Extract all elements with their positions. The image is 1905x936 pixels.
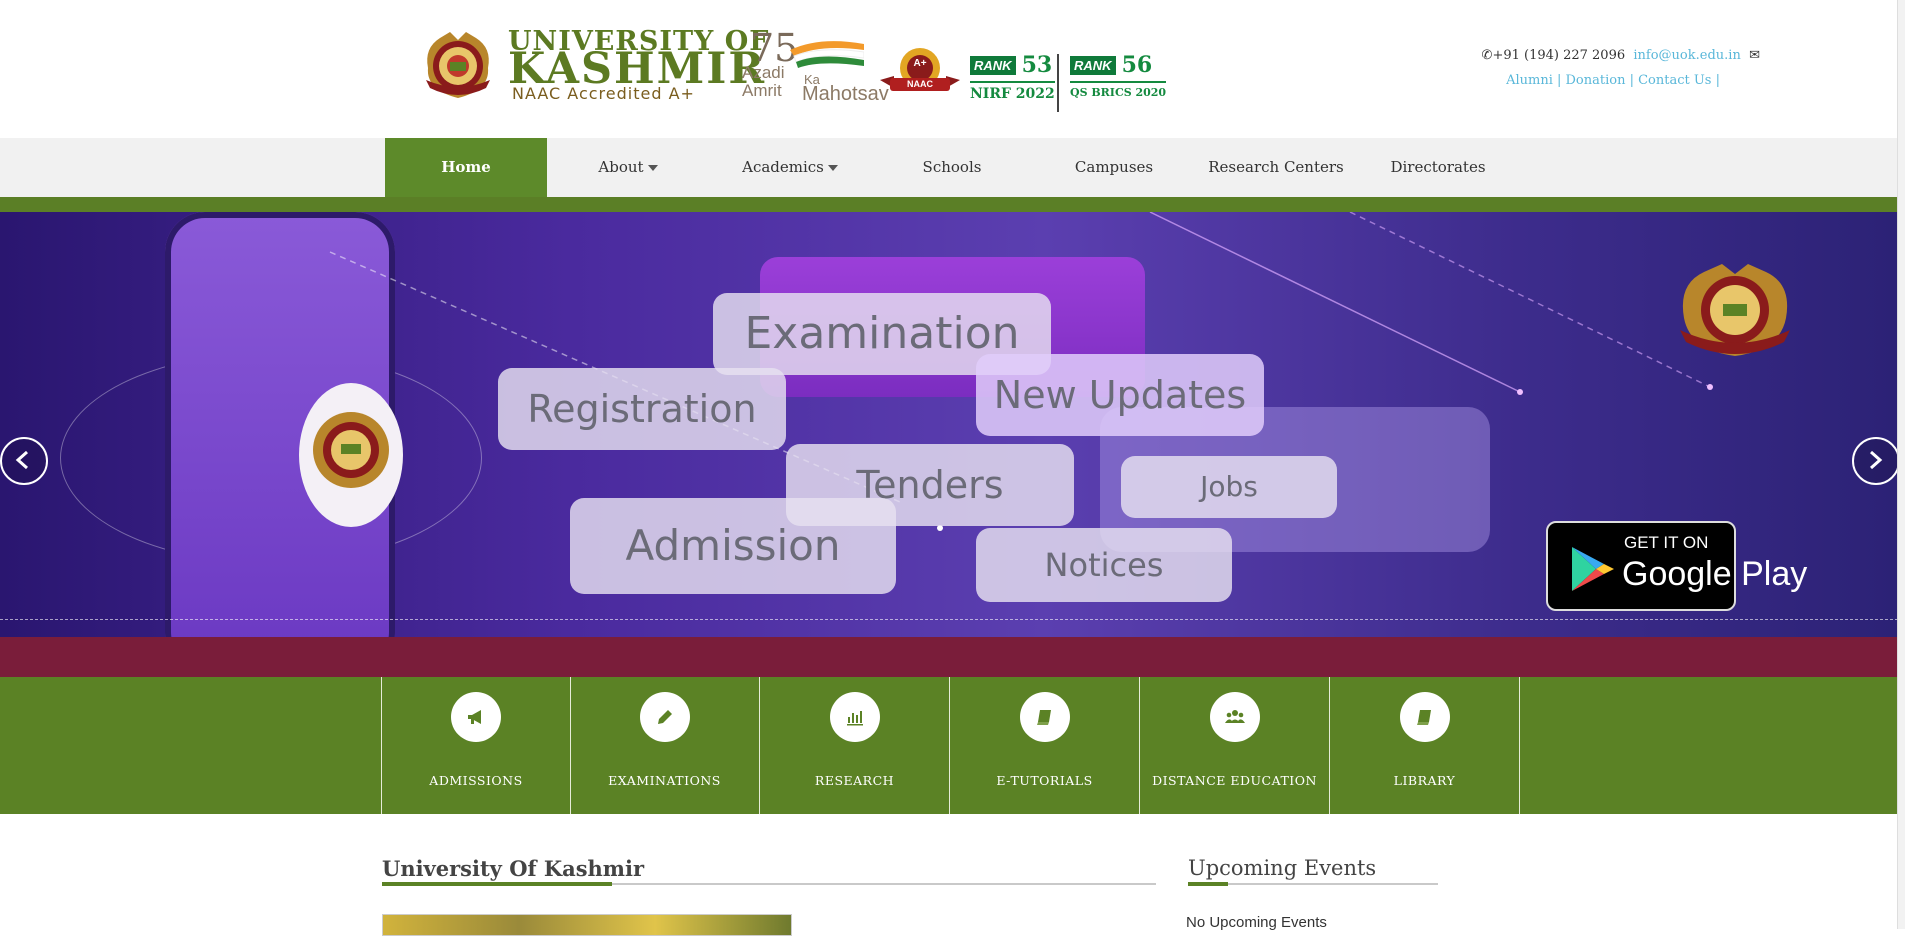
events-title-accent (1188, 882, 1228, 886)
google-play-icon (1572, 547, 1614, 591)
users-icon (1224, 710, 1245, 723)
google-play-line2: Google Play (1622, 555, 1808, 593)
nav-research-centers[interactable]: Research Centers (1195, 138, 1357, 197)
events-section-title: Upcoming Events (1188, 856, 1377, 880)
quick-link-label: RESEARCH (814, 773, 895, 788)
caret-down-icon (827, 165, 838, 171)
megaphone-icon (468, 710, 481, 724)
page-scrollbar[interactable] (1897, 0, 1905, 929)
library-book-icon (1416, 710, 1431, 725)
qs-brics-rank: RANK 56 QS BRICS 2020 (1070, 52, 1167, 100)
banner-bottom-band (0, 637, 1898, 677)
slider-next-button[interactable] (1852, 437, 1898, 485)
google-play-line1: GET IT ON (1624, 533, 1709, 552)
bubble-registration: Registration (498, 368, 786, 450)
nirf-rank: RANK 53 NIRF 2022 (970, 52, 1055, 102)
quick-link-label: DISTANCE EDUCATION (1152, 773, 1317, 788)
chevron-right-icon (1870, 450, 1883, 470)
main-navigation: Home About Academics Schools Campuses Re… (0, 138, 1898, 197)
nav-label: Directorates (1390, 158, 1486, 176)
mahotsav-text: Mahotsav (802, 83, 889, 105)
quick-link-library[interactable]: LIBRARY (1330, 677, 1520, 814)
nav-label: Campuses (1074, 158, 1154, 176)
bar-chart-icon (846, 711, 863, 726)
quick-link-distance-education[interactable]: DISTANCE EDUCATION (1140, 677, 1330, 814)
envelope-icon[interactable]: ✉ (1749, 48, 1760, 63)
university-logo[interactable]: UNIVERSITY OF KASHMIR NAAC Accredited A+ (420, 26, 768, 104)
azadi-text: Azadi (742, 63, 785, 82)
decor-dashed-line (0, 619, 1898, 620)
rank-divider (1057, 54, 1059, 112)
header-links[interactable]: Alumni | Donation | Contact Us | (1460, 73, 1760, 88)
icon-circle (829, 692, 880, 742)
naac-badge: A+ NAAC (880, 46, 960, 100)
phone-number[interactable]: +91 (194) 227 2096 (1492, 48, 1625, 63)
bubble-new-updates: New Updates (976, 354, 1264, 436)
naac-seal-icon (880, 48, 960, 91)
google-play-button[interactable]: GET IT ON Google Play (1546, 521, 1807, 611)
nav-campuses[interactable]: Campuses (1033, 138, 1195, 197)
featured-image[interactable] (382, 914, 792, 936)
icon-circle (1019, 692, 1070, 742)
amrit-text: Amrit (742, 81, 782, 100)
quick-link-admissions[interactable]: ADMISSIONS (381, 677, 571, 814)
rank-number: 56 (1121, 52, 1153, 78)
nav-label: Research Centers (1208, 158, 1344, 176)
quick-links-bar: ADMISSIONS EXAMINATIONS RESEARCH E-TUTOR… (0, 677, 1898, 814)
email-link[interactable]: info@uok.edu.in (1633, 48, 1740, 63)
icon-circle (1209, 692, 1260, 742)
azadi-ka-amrit-mahotsav-logo: 75 Azadi Amrit Ka Mahotsav (742, 26, 889, 106)
naac-label: NAAC (907, 79, 933, 89)
nav-home[interactable]: Home (385, 138, 547, 197)
icon-circle (639, 692, 690, 742)
no-events-text: No Upcoming Events (1186, 914, 1327, 931)
book-icon (1036, 710, 1051, 725)
slider-prev-button[interactable] (0, 437, 48, 485)
quick-link-e-tutorials[interactable]: E-TUTORIALS (950, 677, 1140, 814)
nav-label: Academics (742, 158, 824, 176)
nav-label: Schools (922, 158, 982, 176)
bubble-jobs: Jobs (1121, 456, 1337, 518)
naac-accredited-text: NAAC Accredited A+ (512, 84, 695, 103)
rank-number: 53 (1021, 52, 1053, 78)
naac-grade: A+ (913, 58, 927, 69)
nav-about[interactable]: About (547, 138, 709, 197)
rank-badge: RANK (970, 55, 1016, 75)
green-divider-bar (0, 197, 1898, 212)
quick-link-research[interactable]: RESEARCH (760, 677, 950, 814)
pencil-icon (657, 710, 672, 724)
bubble-admission: Admission (570, 498, 896, 594)
nav-academics[interactable]: Academics (709, 138, 871, 197)
rank-badge: RANK (1070, 55, 1116, 75)
main-title-accent (382, 882, 612, 886)
site-header: UNIVERSITY OF KASHMIR NAAC Accredited A+… (0, 0, 1898, 138)
rank-label: QS BRICS 2020 (1070, 81, 1167, 99)
main-section-title: University Of Kashmir (382, 856, 645, 881)
phone-icon: ✆ (1481, 48, 1493, 63)
nav-schools[interactable]: Schools (871, 138, 1033, 197)
icon-circle (451, 692, 501, 742)
bubble-notices: Notices (976, 528, 1232, 602)
icon-circle (1399, 692, 1450, 742)
chevron-left-icon (15, 450, 28, 470)
nav-directorates[interactable]: Directorates (1357, 138, 1519, 197)
rank-label: NIRF 2022 (970, 81, 1055, 102)
quick-link-label: ADMISSIONS (429, 773, 523, 788)
quick-link-examinations[interactable]: EXAMINATIONS (570, 677, 760, 814)
tricolor-flag-icon (790, 41, 864, 68)
nav-label: Home (441, 158, 491, 176)
caret-down-icon (647, 165, 658, 171)
nav-label: About (598, 158, 644, 176)
quick-link-label: EXAMINATIONS (608, 773, 721, 788)
hero-slider: Examination Registration New Updates Ten… (0, 212, 1898, 677)
quick-link-label: E-TUTORIALS (996, 773, 1093, 788)
quick-link-label: LIBRARY (1393, 773, 1456, 788)
university-seal-icon (426, 32, 490, 98)
contact-info: ✆+91 (194) 227 2096 info@uok.edu.in ✉ Al… (1460, 48, 1760, 88)
